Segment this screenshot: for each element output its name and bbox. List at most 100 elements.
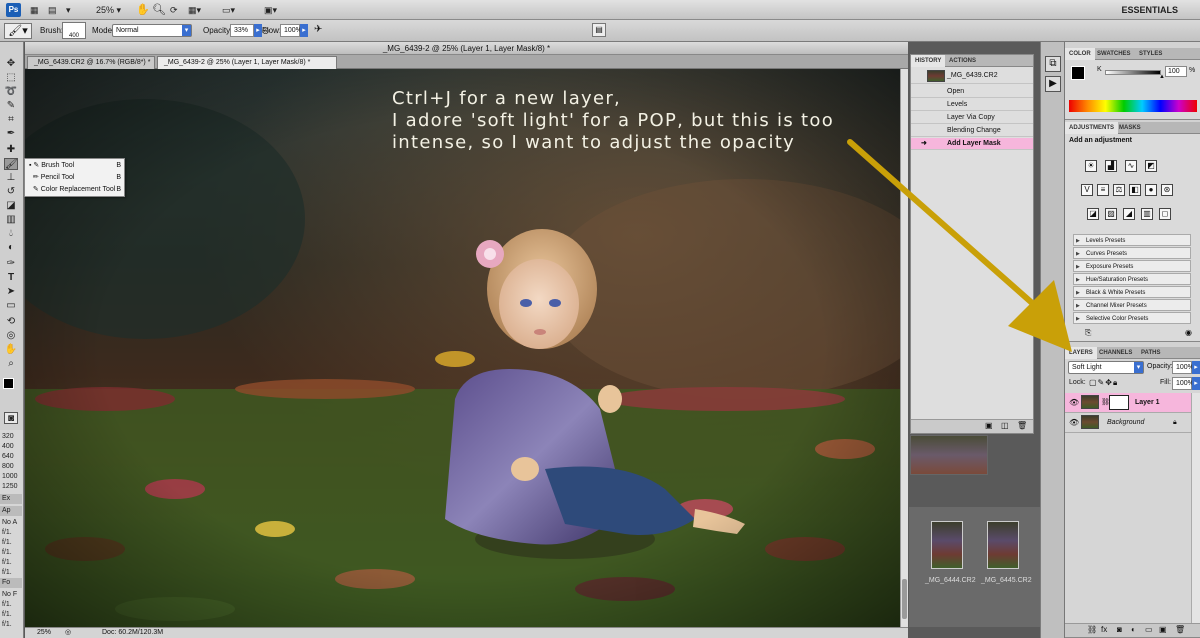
- brush-preset-picker[interactable]: 400: [62, 22, 86, 39]
- lock-icons[interactable]: ▢✎✥🔒︎: [1089, 378, 1118, 388]
- blur-tool-icon[interactable]: 💧︎: [4, 228, 18, 240]
- type-tool-icon[interactable]: T: [4, 272, 18, 284]
- delete-layer-icon[interactable]: 🗑︎: [1175, 625, 1185, 634]
- airbrush-icon[interactable]: ✈︎: [314, 24, 322, 36]
- layer-opacity-slider-toggle[interactable]: ▸: [1192, 361, 1200, 374]
- screen-mode-icon[interactable]: ▭▾: [222, 3, 235, 17]
- selective-color-icon[interactable]: ◻: [1159, 208, 1171, 220]
- view-extras-icon[interactable]: ▾: [66, 3, 71, 17]
- rotate-view-icon[interactable]: ⟳: [170, 3, 178, 17]
- new-adjustment-layer-icon[interactable]: ◐: [1131, 625, 1136, 634]
- tab-color[interactable]: COLOR: [1065, 48, 1095, 60]
- tab-swatches[interactable]: SWATCHES: [1093, 48, 1135, 60]
- workspace-switcher[interactable]: ESSENTIALS: [1121, 3, 1178, 17]
- new-group-icon[interactable]: ▭: [1145, 625, 1153, 634]
- opacity-input[interactable]: 33%: [230, 24, 254, 37]
- move-tool-icon[interactable]: ✥: [4, 58, 18, 70]
- color-foreground-swatch[interactable]: [1071, 66, 1085, 80]
- quick-mask-icon[interactable]: ◙: [4, 412, 18, 424]
- status-icon[interactable]: ◎: [65, 628, 71, 638]
- marquee-tool-icon[interactable]: ⬚: [4, 72, 18, 84]
- gradient-tool-icon[interactable]: ▥: [4, 214, 18, 226]
- shape-tool-icon[interactable]: ▭: [4, 300, 18, 312]
- layer-mask-thumbnail[interactable]: [1109, 395, 1129, 410]
- crop-tool-icon[interactable]: ⌗: [4, 114, 18, 126]
- layer-row-layer-1[interactable]: 👁︎ ⛓︎ Layer 1: [1065, 393, 1191, 413]
- color-balance-icon[interactable]: ⚖: [1113, 184, 1125, 196]
- new-document-icon[interactable]: ▣: [985, 421, 993, 430]
- lasso-tool-icon[interactable]: ➰: [4, 86, 18, 98]
- dodge-tool-icon[interactable]: ◐: [4, 242, 18, 254]
- eyedropper-tool-icon[interactable]: ✒: [4, 128, 18, 140]
- flyout-pencil-tool[interactable]: ✏︎ Pencil Tool B: [29, 172, 123, 184]
- brush-tool-icon[interactable]: 🖌︎: [4, 158, 18, 170]
- hand-tool-sidebar-icon[interactable]: ✋: [4, 344, 18, 356]
- document-canvas[interactable]: Ctrl+J for a new layer, I adore 'soft li…: [25, 69, 900, 627]
- curves-icon[interactable]: ∿: [1125, 160, 1137, 172]
- zoom-tool-sidebar-icon[interactable]: ⌕: [4, 358, 18, 370]
- zoom-tool-icon[interactable]: 🔍︎: [152, 3, 166, 17]
- grid-icon[interactable]: ▦▾: [188, 3, 201, 17]
- arrange-documents-icon[interactable]: ▣▾: [264, 3, 277, 17]
- tab-paths[interactable]: PATHS: [1137, 347, 1164, 359]
- zoom-level-dropdown[interactable]: 25% ▾: [96, 3, 121, 17]
- mode-dropdown[interactable]: Normal: [112, 24, 192, 37]
- posterize-icon[interactable]: ▨: [1105, 208, 1117, 220]
- history-panel-icon[interactable]: ⧉: [1045, 56, 1061, 72]
- history-brush-tool-icon[interactable]: ↺: [4, 186, 18, 198]
- lp-section-header[interactable]: Ap: [0, 506, 22, 516]
- layer-row-background[interactable]: 👁︎ Background 🔒︎: [1065, 413, 1191, 433]
- exposure-icon[interactable]: ◩: [1145, 160, 1157, 172]
- film-thumbnail[interactable]: [931, 521, 963, 569]
- trash-icon[interactable]: 🗑︎: [1017, 421, 1027, 430]
- threshold-icon[interactable]: ◢: [1123, 208, 1135, 220]
- clone-stamp-tool-icon[interactable]: ⊥: [4, 172, 18, 184]
- flow-slider-toggle[interactable]: ▸: [300, 24, 308, 37]
- film-thumbnail[interactable]: [987, 521, 1019, 569]
- gradient-map-icon[interactable]: ▥: [1141, 208, 1153, 220]
- tab-styles[interactable]: STYLES: [1135, 48, 1166, 60]
- levels-icon[interactable]: ▟: [1105, 160, 1117, 172]
- bridge-icon[interactable]: ▦: [30, 3, 39, 17]
- history-step[interactable]: Open: [911, 86, 1033, 98]
- opacity-slider-toggle[interactable]: ▸: [254, 24, 262, 37]
- history-snapshot[interactable]: _MG_6439.CR2: [911, 68, 1033, 84]
- fill-input[interactable]: 100%: [1172, 377, 1194, 390]
- layers-scrollbar[interactable]: [1191, 393, 1200, 623]
- path-selection-tool-icon[interactable]: ➤: [4, 286, 18, 298]
- quick-selection-tool-icon[interactable]: ✎: [4, 100, 18, 112]
- actions-panel-icon[interactable]: ▶: [1045, 76, 1061, 92]
- black-white-icon[interactable]: ◧: [1129, 184, 1141, 196]
- flyout-color-replacement-tool[interactable]: ✎ Color Replacement Tool B: [29, 184, 123, 196]
- tab-channels[interactable]: CHANNELS: [1095, 347, 1136, 359]
- link-layers-icon[interactable]: ⛓︎: [1087, 625, 1097, 634]
- tool-preset-picker[interactable]: 🖌︎▾: [4, 23, 32, 39]
- history-step[interactable]: Levels: [911, 99, 1033, 111]
- layer-opacity-input[interactable]: 100%: [1172, 361, 1194, 374]
- status-zoom[interactable]: 25%: [37, 628, 51, 638]
- spot-healing-tool-icon[interactable]: ✚: [4, 144, 18, 156]
- 3d-orbit-tool-icon[interactable]: ◎: [4, 330, 18, 342]
- tab-mg-6439-cr2[interactable]: _MG_6439.CR2 @ 16.7% (RGB/8*) *: [27, 56, 155, 69]
- hand-tool-icon[interactable]: ✋: [136, 3, 150, 17]
- flyout-brush-tool[interactable]: ▪ ✎ Brush Tool B: [29, 160, 123, 172]
- history-step[interactable]: Layer Via Copy: [911, 112, 1033, 124]
- lp-section-header[interactable]: Ex: [0, 494, 22, 504]
- new-layer-icon[interactable]: ▣: [1159, 625, 1167, 634]
- visibility-eye-icon[interactable]: 👁︎: [1069, 413, 1079, 433]
- k-value-input[interactable]: 100: [1165, 66, 1187, 77]
- clip-to-layer-icon[interactable]: ◉: [1185, 328, 1192, 337]
- 3d-rotate-tool-icon[interactable]: ⟲: [4, 316, 18, 328]
- new-snapshot-icon[interactable]: ◫: [1001, 421, 1009, 430]
- tab-mg-6439-2[interactable]: _MG_6439-2 @ 25% (Layer 1, Layer Mask/8)…: [157, 56, 337, 69]
- visibility-eye-icon[interactable]: 👁︎: [1069, 393, 1079, 413]
- brush-panel-icon[interactable]: ▤: [592, 23, 606, 37]
- eraser-tool-icon[interactable]: ◪: [4, 200, 18, 212]
- tab-history[interactable]: HISTORY: [911, 55, 946, 67]
- tab-masks[interactable]: MASKS: [1115, 122, 1145, 134]
- tab-actions[interactable]: ACTIONS: [945, 55, 980, 67]
- fx-icon[interactable]: fx: [1101, 625, 1107, 634]
- scroll-thumb[interactable]: [902, 579, 907, 619]
- lp-section-header[interactable]: Fo: [0, 578, 22, 588]
- color-spectrum-bar[interactable]: [1069, 100, 1197, 112]
